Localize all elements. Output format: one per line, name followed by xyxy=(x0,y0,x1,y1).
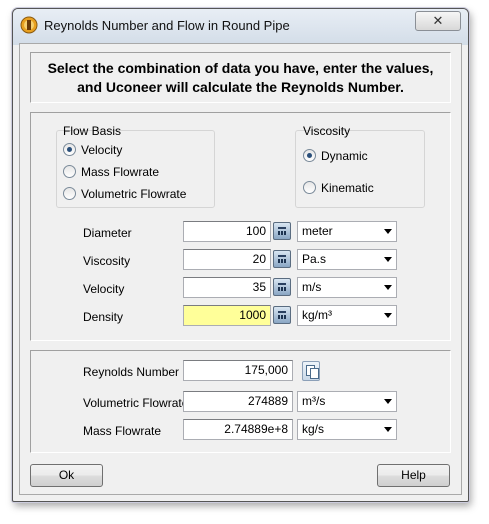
mass-flowrate-label: Mass Flowrate xyxy=(83,424,162,438)
viscosity-unit-value: Pa.s xyxy=(302,252,327,266)
volumetric-flowrate-output[interactable]: 274889 xyxy=(183,391,293,412)
reynolds-number-output[interactable]: 175,000 xyxy=(183,360,293,381)
volumetric-flowrate-unit-value: m³/s xyxy=(302,394,326,408)
density-input[interactable]: 1000 xyxy=(183,305,271,326)
mass-flowrate-unit-value: kg/s xyxy=(302,422,325,436)
velocity-unit-select[interactable]: m/s xyxy=(297,277,397,298)
mass-flowrate-output[interactable]: 2.74889e+8 xyxy=(183,419,293,440)
radio-velocity[interactable]: Velocity xyxy=(63,143,122,157)
velocity-label: Velocity xyxy=(83,282,125,296)
viscosity-type-group xyxy=(295,130,425,208)
radio-dynamic[interactable]: Dynamic xyxy=(303,149,368,163)
diameter-input[interactable]: 100 xyxy=(183,221,271,242)
density-unit-value: kg/m³ xyxy=(302,308,332,322)
viscosity-unit-select[interactable]: Pa.s xyxy=(297,249,397,270)
velocity-unit-value: m/s xyxy=(302,280,322,294)
diameter-unit-select[interactable]: meter xyxy=(297,221,397,242)
ok-button[interactable]: Ok xyxy=(30,464,103,487)
radio-indicator xyxy=(63,143,76,156)
viscosity-label: Viscosity xyxy=(83,254,131,268)
instruction-line-1: Select the combination of data you have,… xyxy=(47,60,434,76)
radio-velocity-label: Velocity xyxy=(81,143,123,157)
radio-mass-flowrate-label: Mass Flowrate xyxy=(81,165,160,179)
volumetric-flowrate-label: Volumetric Flowrate xyxy=(83,396,189,410)
chevron-down-icon xyxy=(384,313,392,318)
calculator-icon[interactable] xyxy=(273,250,291,268)
radio-dynamic-label: Dynamic xyxy=(321,149,368,163)
viscosity-type-label: Viscosity xyxy=(303,124,351,138)
instruction-line-2: and Uconeer will calculate the Reynolds … xyxy=(77,79,404,95)
velocity-input[interactable]: 35 xyxy=(183,277,271,298)
calculator-icon[interactable] xyxy=(273,222,291,240)
radio-kinematic-label: Kinematic xyxy=(321,181,374,195)
radio-indicator xyxy=(63,187,76,200)
diameter-label: Diameter xyxy=(83,226,132,240)
mass-flowrate-unit-select[interactable]: kg/s xyxy=(297,419,397,440)
flow-basis-label: Flow Basis xyxy=(63,124,122,138)
close-icon: ✕ xyxy=(432,13,444,28)
chevron-down-icon xyxy=(384,257,392,262)
diameter-unit-value: meter xyxy=(302,224,333,238)
copy-icon[interactable] xyxy=(302,361,320,381)
density-label: Density xyxy=(83,310,124,324)
radio-indicator xyxy=(303,181,316,194)
uconeer-app-icon xyxy=(20,16,38,34)
radio-indicator xyxy=(63,165,76,178)
radio-indicator xyxy=(303,149,316,162)
calculator-icon[interactable] xyxy=(273,306,291,324)
radio-mass-flowrate[interactable]: Mass Flowrate xyxy=(63,165,159,179)
radio-volumetric-flowrate-label: Volumetric Flowrate xyxy=(81,187,187,201)
help-button[interactable]: Help xyxy=(377,464,450,487)
radio-kinematic[interactable]: Kinematic xyxy=(303,181,374,195)
viscosity-input[interactable]: 20 xyxy=(183,249,271,270)
calculator-icon[interactable] xyxy=(273,278,291,296)
chevron-down-icon xyxy=(384,229,392,234)
volumetric-flowrate-unit-select[interactable]: m³/s xyxy=(297,391,397,412)
chevron-down-icon xyxy=(384,399,392,404)
chevron-down-icon xyxy=(384,285,392,290)
radio-volumetric-flowrate[interactable]: Volumetric Flowrate xyxy=(63,187,186,201)
reynolds-number-label: Reynolds Number xyxy=(83,365,180,379)
density-unit-select[interactable]: kg/m³ xyxy=(297,305,397,326)
window-title: Reynolds Number and Flow in Round Pipe xyxy=(44,18,290,33)
close-button[interactable]: ✕ xyxy=(415,11,461,31)
chevron-down-icon xyxy=(384,427,392,432)
